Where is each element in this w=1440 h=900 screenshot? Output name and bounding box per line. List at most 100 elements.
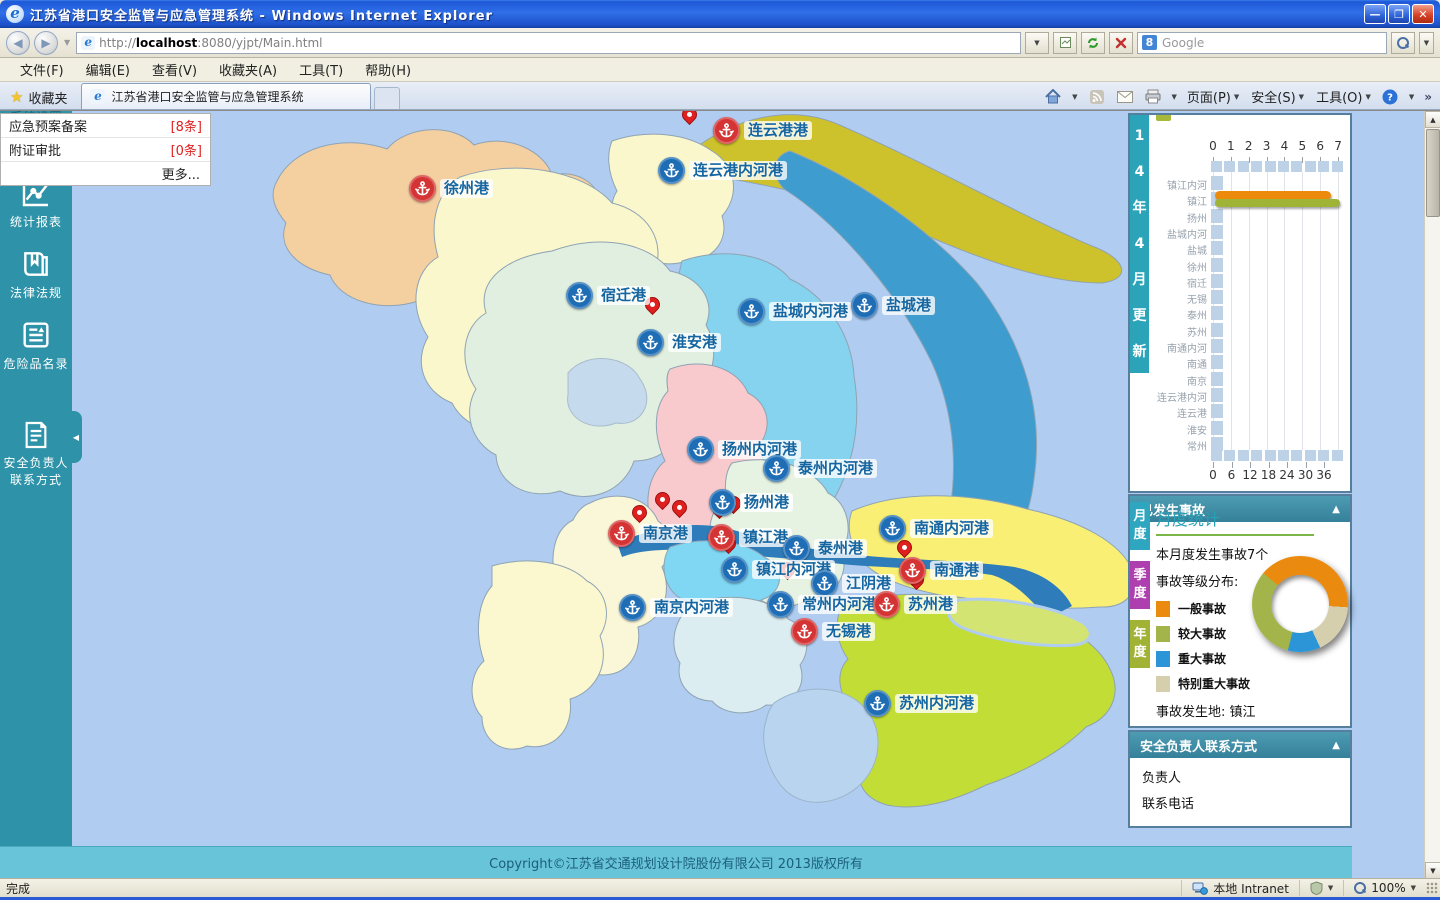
new-tab-stub[interactable] [374, 87, 400, 109]
print-button[interactable] [1144, 89, 1162, 105]
rss-button[interactable] [1088, 89, 1106, 105]
anchor-icon [721, 556, 748, 583]
menu-item-2[interactable]: 查看(V) [142, 58, 207, 81]
port-marker-南京内河港[interactable]: 南京内河港 [619, 594, 733, 621]
map-pin-icon[interactable] [679, 111, 700, 125]
sidebar-item-2[interactable]: 危险品名录 [0, 319, 72, 372]
contact-row-0: 负责人 [1142, 766, 1338, 792]
port-marker-盐城港[interactable]: 盐城港 [851, 292, 935, 319]
port-marker-连云港港[interactable]: 连云港港 [713, 117, 812, 144]
port-marker-盐城内河港[interactable]: 盐城内河港 [738, 298, 852, 325]
search-button[interactable] [1391, 32, 1415, 54]
stop-button[interactable] [1109, 32, 1133, 54]
contact-panel-title: 安全负责人联系方式 [1140, 736, 1257, 755]
forward-button[interactable]: ▶ [34, 31, 58, 55]
port-label: 苏州内河港 [895, 694, 978, 713]
map-pin-icon[interactable] [669, 497, 690, 518]
compatibility-view-button[interactable] [1053, 32, 1077, 54]
tab-2[interactable]: 年度 [1130, 620, 1150, 668]
port-marker-南京港[interactable]: 南京港 [608, 520, 692, 547]
map-pin-icon[interactable] [652, 489, 673, 510]
toolbar-overflow-icon[interactable]: » [1424, 90, 1432, 104]
anchor-icon [409, 175, 436, 202]
accident-panel: 已发生事故 ▲ 月度季度年度 月度统计 本月度发生事故7个 事故等级分布: 一般… [1128, 494, 1352, 728]
collapse-up-icon[interactable]: ▲ [1332, 740, 1340, 751]
refresh-button[interactable] [1081, 32, 1105, 54]
port-marker-南通港[interactable]: 南通港 [899, 557, 983, 584]
minimize-button[interactable]: — [1364, 4, 1386, 24]
update-strip-char: 4 [1130, 154, 1149, 190]
anchor-icon [637, 329, 664, 356]
port-marker-苏州内河港[interactable]: 苏州内河港 [864, 690, 978, 717]
copyright-bar: Copyright©江苏省交通规划设计院股份有限公司 2013版权所有 [0, 846, 1352, 878]
command-button-2[interactable]: 工具(O)▼ [1316, 87, 1371, 106]
back-button[interactable]: ◀ [6, 31, 30, 55]
menu-item-0[interactable]: 文件(F) [10, 58, 74, 81]
quick-panel-row-1[interactable]: 附证审批[0条] [1, 138, 210, 162]
restore-button[interactable]: ❐ [1388, 4, 1410, 24]
search-input[interactable]: 8 Google [1137, 32, 1387, 54]
category-block [1211, 241, 1223, 255]
port-marker-常州内河港[interactable]: 常州内河港 [767, 591, 881, 618]
browser-tab[interactable]: e 江苏省港口安全监管与应急管理系统 [81, 83, 371, 109]
scroll-down-icon[interactable]: ▼ [1425, 862, 1440, 878]
sidebar-item-label: 法律法规 [0, 284, 72, 301]
tick-mark [1302, 157, 1303, 163]
menu-item-4[interactable]: 工具(T) [289, 58, 353, 81]
tab-0[interactable]: 月度 [1130, 502, 1150, 550]
quick-panel-row-0[interactable]: 应急预案备案[8条] [1, 114, 210, 138]
scrollbar-thumb[interactable] [1426, 129, 1440, 217]
port-marker-南通内河港[interactable]: 南通内河港 [879, 515, 993, 542]
command-button-1[interactable]: 安全(S)▼ [1251, 87, 1304, 106]
favorites-button[interactable]: ★ 收藏夹 [0, 85, 77, 109]
url-field[interactable]: e http://localhost:8080/yjpt/Main.html [76, 32, 1021, 54]
scroll-up-icon[interactable]: ▲ [1425, 111, 1440, 128]
quick-panel-count: [8条] [171, 116, 202, 135]
close-button[interactable]: ✕ [1412, 4, 1434, 24]
tab-favicon: e [90, 89, 105, 104]
menu-item-1[interactable]: 编辑(E) [76, 58, 140, 81]
sidebar-item-contact[interactable]: 安全负责人 联系方式 [0, 419, 72, 489]
menu-item-5[interactable]: 帮助(H) [355, 58, 421, 81]
mail-button[interactable] [1116, 89, 1134, 105]
more-link[interactable]: 更多... [162, 164, 200, 183]
zoom-control[interactable]: 100% ▼ [1343, 880, 1426, 896]
command-button-0[interactable]: 页面(P)▼ [1187, 87, 1239, 106]
home-dropdown-icon[interactable]: ▼ [1072, 93, 1077, 101]
search-options-button[interactable]: ▼ [1419, 32, 1434, 54]
sidebar-collapse-handle[interactable]: ◀ [70, 411, 82, 463]
port-marker-徐州港[interactable]: 徐州港 [409, 175, 493, 202]
port-marker-宿迁港[interactable]: 宿迁港 [566, 282, 650, 309]
print-dropdown-icon[interactable]: ▼ [1172, 93, 1177, 101]
protected-mode-button[interactable]: ▼ [1299, 880, 1343, 896]
anchor-icon [879, 515, 906, 542]
port-label: 徐州港 [440, 179, 493, 198]
port-marker-镇江港[interactable]: 镇江港 [708, 524, 792, 551]
port-marker-无锡港[interactable]: 无锡港 [791, 618, 875, 645]
help-button[interactable]: ? [1381, 89, 1399, 105]
port-marker-扬州港[interactable]: 扬州港 [709, 489, 793, 516]
help-dropdown-icon[interactable]: ▼ [1409, 93, 1414, 101]
tab-1[interactable]: 季度 [1130, 561, 1150, 609]
tab-char: 年 [1130, 626, 1150, 644]
protected-dropdown-icon[interactable]: ▼ [1328, 884, 1333, 892]
zoom-dropdown-icon[interactable]: ▼ [1411, 884, 1416, 892]
axis-block [1278, 450, 1289, 461]
resize-grip[interactable] [1426, 882, 1438, 894]
port-marker-泰州内河港[interactable]: 泰州内河港 [763, 455, 877, 482]
copyright-text: Copyright©江苏省交通规划设计院股份有限公司 2013版权所有 [489, 853, 863, 872]
url-dropdown-button[interactable]: ▼ [1025, 32, 1049, 54]
port-marker-苏州港[interactable]: 苏州港 [873, 591, 957, 618]
port-marker-淮安港[interactable]: 淮安港 [637, 329, 721, 356]
home-button[interactable] [1044, 89, 1062, 105]
menu-item-3[interactable]: 收藏夹(A) [209, 58, 287, 81]
port-marker-连云港内河港[interactable]: 连云港内河港 [658, 157, 787, 184]
accident-location: 事故发生地: 镇江 [1156, 701, 1256, 720]
port-label: 扬州港 [740, 493, 793, 512]
sidebar-item-1[interactable]: 法律法规 [0, 248, 72, 301]
tab-char: 度 [1130, 585, 1150, 603]
page-scrollbar[interactable]: ▲ ▼ [1424, 111, 1440, 878]
axis-block [1224, 450, 1235, 461]
contact-panel-header[interactable]: 安全负责人联系方式 ▲ [1130, 732, 1350, 758]
history-dropdown-icon[interactable]: ▼ [64, 38, 70, 47]
